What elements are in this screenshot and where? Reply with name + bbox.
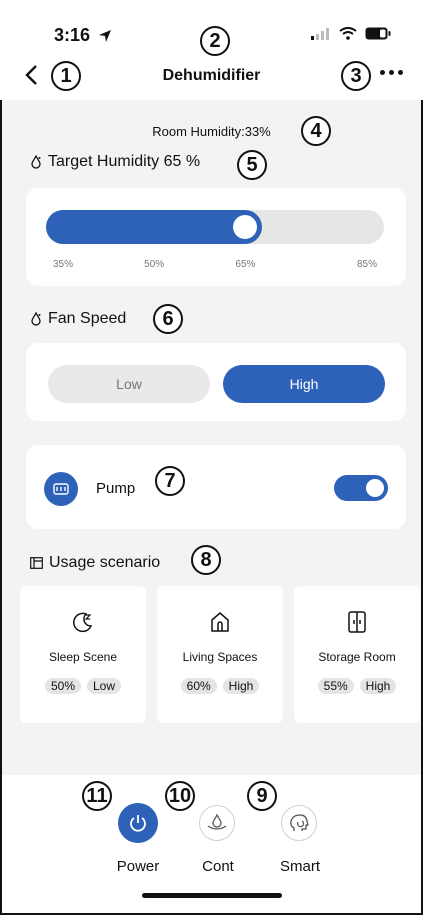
moon-icon	[73, 612, 93, 633]
pump-icon	[44, 472, 78, 506]
slider-fill	[46, 210, 262, 244]
marker-10: 10	[165, 781, 195, 811]
location-arrow-icon	[99, 30, 112, 42]
smart-label: Smart	[279, 858, 321, 875]
marker-7: 7	[155, 466, 185, 496]
scene-speed-chip: Low	[87, 678, 122, 694]
fan-speed-label: Fan Speed	[30, 310, 126, 328]
droplet-icon	[31, 155, 41, 169]
smart-head-icon	[290, 814, 309, 831]
target-humidity-card: 35% 50% 65% 85%	[26, 188, 406, 286]
marker-3: 3	[341, 61, 371, 91]
battery-icon	[365, 27, 391, 40]
slider-tick-label: 35%	[52, 259, 74, 270]
slider-tick-label: 85%	[356, 259, 378, 270]
slider-thumb[interactable]	[233, 215, 257, 239]
marker-11: 11	[82, 781, 112, 811]
pump-label: Pump	[96, 480, 136, 497]
marker-8: 8	[191, 545, 221, 575]
marker-2: 2	[200, 26, 230, 56]
target-humidity-text: Target Humidity 65 %	[48, 153, 201, 170]
status-icons	[311, 27, 391, 40]
slider-tick-label: 50%	[144, 259, 165, 270]
droplet-icon	[31, 312, 41, 326]
scene-humidity-chip: 55%	[317, 678, 354, 694]
target-humidity-label: Target Humidity 65 %	[30, 153, 200, 171]
pump-toggle[interactable]	[334, 475, 388, 501]
marker-9: 9	[247, 781, 277, 811]
usage-scenario-text: Usage scenario	[49, 554, 161, 571]
toggle-knob	[366, 479, 384, 497]
marker-1: 1	[51, 61, 81, 91]
power-icon	[130, 815, 146, 832]
smart-button[interactable]	[281, 805, 317, 841]
fan-low-button[interactable]: Low	[48, 365, 210, 403]
power-button[interactable]	[118, 803, 158, 843]
cont-button[interactable]	[199, 805, 235, 841]
scene-speed-chip: High	[222, 678, 260, 694]
marker-4: 4	[301, 116, 331, 146]
marker-5: 5	[237, 150, 267, 180]
droplet-tray-icon	[207, 813, 227, 830]
cellular-signal-icon	[311, 27, 329, 40]
wardrobe-icon	[348, 611, 366, 633]
status-time-text: 3:16	[54, 25, 91, 45]
pump-card: Pump	[26, 445, 406, 529]
wifi-icon	[339, 27, 357, 40]
cont-label: Cont	[202, 858, 234, 875]
scene-humidity-chip: 60%	[180, 678, 217, 694]
list-icon	[30, 557, 43, 569]
scene-name: Sleep Scene	[48, 650, 118, 664]
scene-humidity-chip: 50%	[44, 678, 81, 694]
room-humidity: Room Humidity:33%	[152, 124, 271, 139]
slider-tick-label: 65%	[235, 259, 256, 270]
marker-6: 6	[153, 304, 183, 334]
scene-card-living[interactable]: Living Spaces 60% High	[157, 586, 283, 723]
usage-scenario-label: Usage scenario	[30, 554, 160, 572]
scene-card-storage[interactable]: Storage Room 55% High	[294, 586, 420, 723]
scene-name: Storage Room	[318, 650, 396, 664]
power-label: Power	[116, 858, 160, 875]
humidity-slider[interactable]	[46, 210, 384, 244]
scene-speed-chip: High	[359, 678, 397, 694]
home-indicator	[142, 893, 282, 898]
fan-speed-text: Fan Speed	[48, 310, 127, 327]
scene-name: Living Spaces	[182, 650, 258, 664]
house-icon	[211, 612, 229, 632]
more-options-icon[interactable]	[380, 70, 403, 75]
status-time: 3:16	[54, 25, 112, 46]
fan-speed-card: Low High	[26, 343, 406, 421]
fan-high-button[interactable]: High	[223, 365, 385, 403]
scene-card-sleep[interactable]: Sleep Scene 50% Low	[20, 586, 146, 723]
